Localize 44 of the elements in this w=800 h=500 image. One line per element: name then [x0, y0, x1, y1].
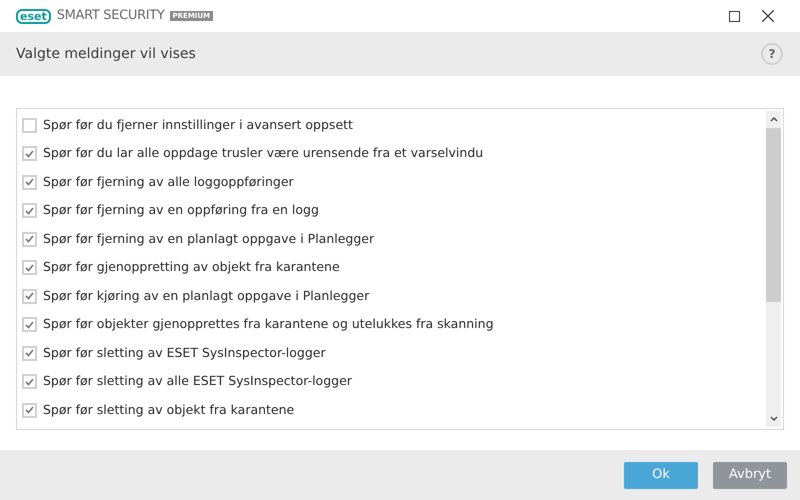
product-name: SMART SECURITY [56, 7, 165, 26]
option-label: Spør før sletting av alle ESET SysInspector-logger [43, 372, 352, 390]
option-label: Spør før du lar alle oppdage trusler være urensende fra et varselvindu [43, 144, 484, 162]
option-label: Spør før du fjerner innstillinger i avansert oppsett [43, 116, 353, 134]
check-icon [25, 206, 34, 215]
option-label: Spør før objekter gjenopprettes fra karantene og utelukkes fra skanning [43, 315, 494, 334]
maximize-icon[interactable] [729, 10, 740, 22]
cancel-button[interactable]: Avbryt [713, 462, 787, 488]
ok-button[interactable]: Ok [624, 462, 698, 488]
checkbox[interactable] [22, 146, 37, 162]
scroll-down-icon[interactable] [770, 416, 778, 421]
option-label: Spør før fjerning av alle loggoppføringer [43, 172, 294, 191]
scroll-up-icon[interactable] [770, 117, 778, 122]
option-label: Spør før fjerning av en oppføring fra en logg [43, 201, 319, 220]
checkbox[interactable] [22, 174, 37, 190]
check-icon [25, 378, 34, 386]
help-button[interactable]: ? [761, 43, 783, 65]
check-icon [25, 178, 34, 186]
dialog-title: Valgte meldinger vil vises [16, 44, 196, 64]
check-icon [25, 292, 34, 300]
option-label: Spør før fjerning av en planlagt oppgave i Planlegger [43, 230, 374, 248]
checkbox[interactable] [22, 288, 37, 304]
check-icon [25, 349, 34, 358]
checkbox[interactable] [22, 260, 37, 276]
scrollbar-thumb[interactable] [766, 128, 781, 302]
checkbox[interactable] [22, 118, 37, 133]
logo: eset [16, 8, 51, 24]
checkbox[interactable] [22, 317, 37, 332]
checkbox[interactable] [22, 346, 37, 361]
check-icon [25, 406, 34, 414]
checkbox[interactable] [22, 203, 37, 218]
option-label: Spør før kjøring av en planlagt oppgave i Planlegger [43, 286, 370, 305]
check-icon [25, 235, 34, 244]
option-label: Spør før gjenoppretting av objekt fra karantene [43, 258, 340, 276]
checkbox[interactable] [22, 402, 37, 418]
option-label: Spør før sletting av objekt fra karantene [43, 400, 294, 419]
check-icon [25, 320, 34, 329]
scrollbar[interactable] [766, 111, 781, 427]
check-icon [25, 150, 34, 158]
option-label: Spør før sletting av ESET SysInspector-logger [43, 344, 326, 362]
close-icon[interactable] [762, 10, 774, 22]
check-icon [25, 264, 34, 272]
checkbox[interactable] [22, 374, 37, 390]
checkbox[interactable] [22, 232, 37, 247]
